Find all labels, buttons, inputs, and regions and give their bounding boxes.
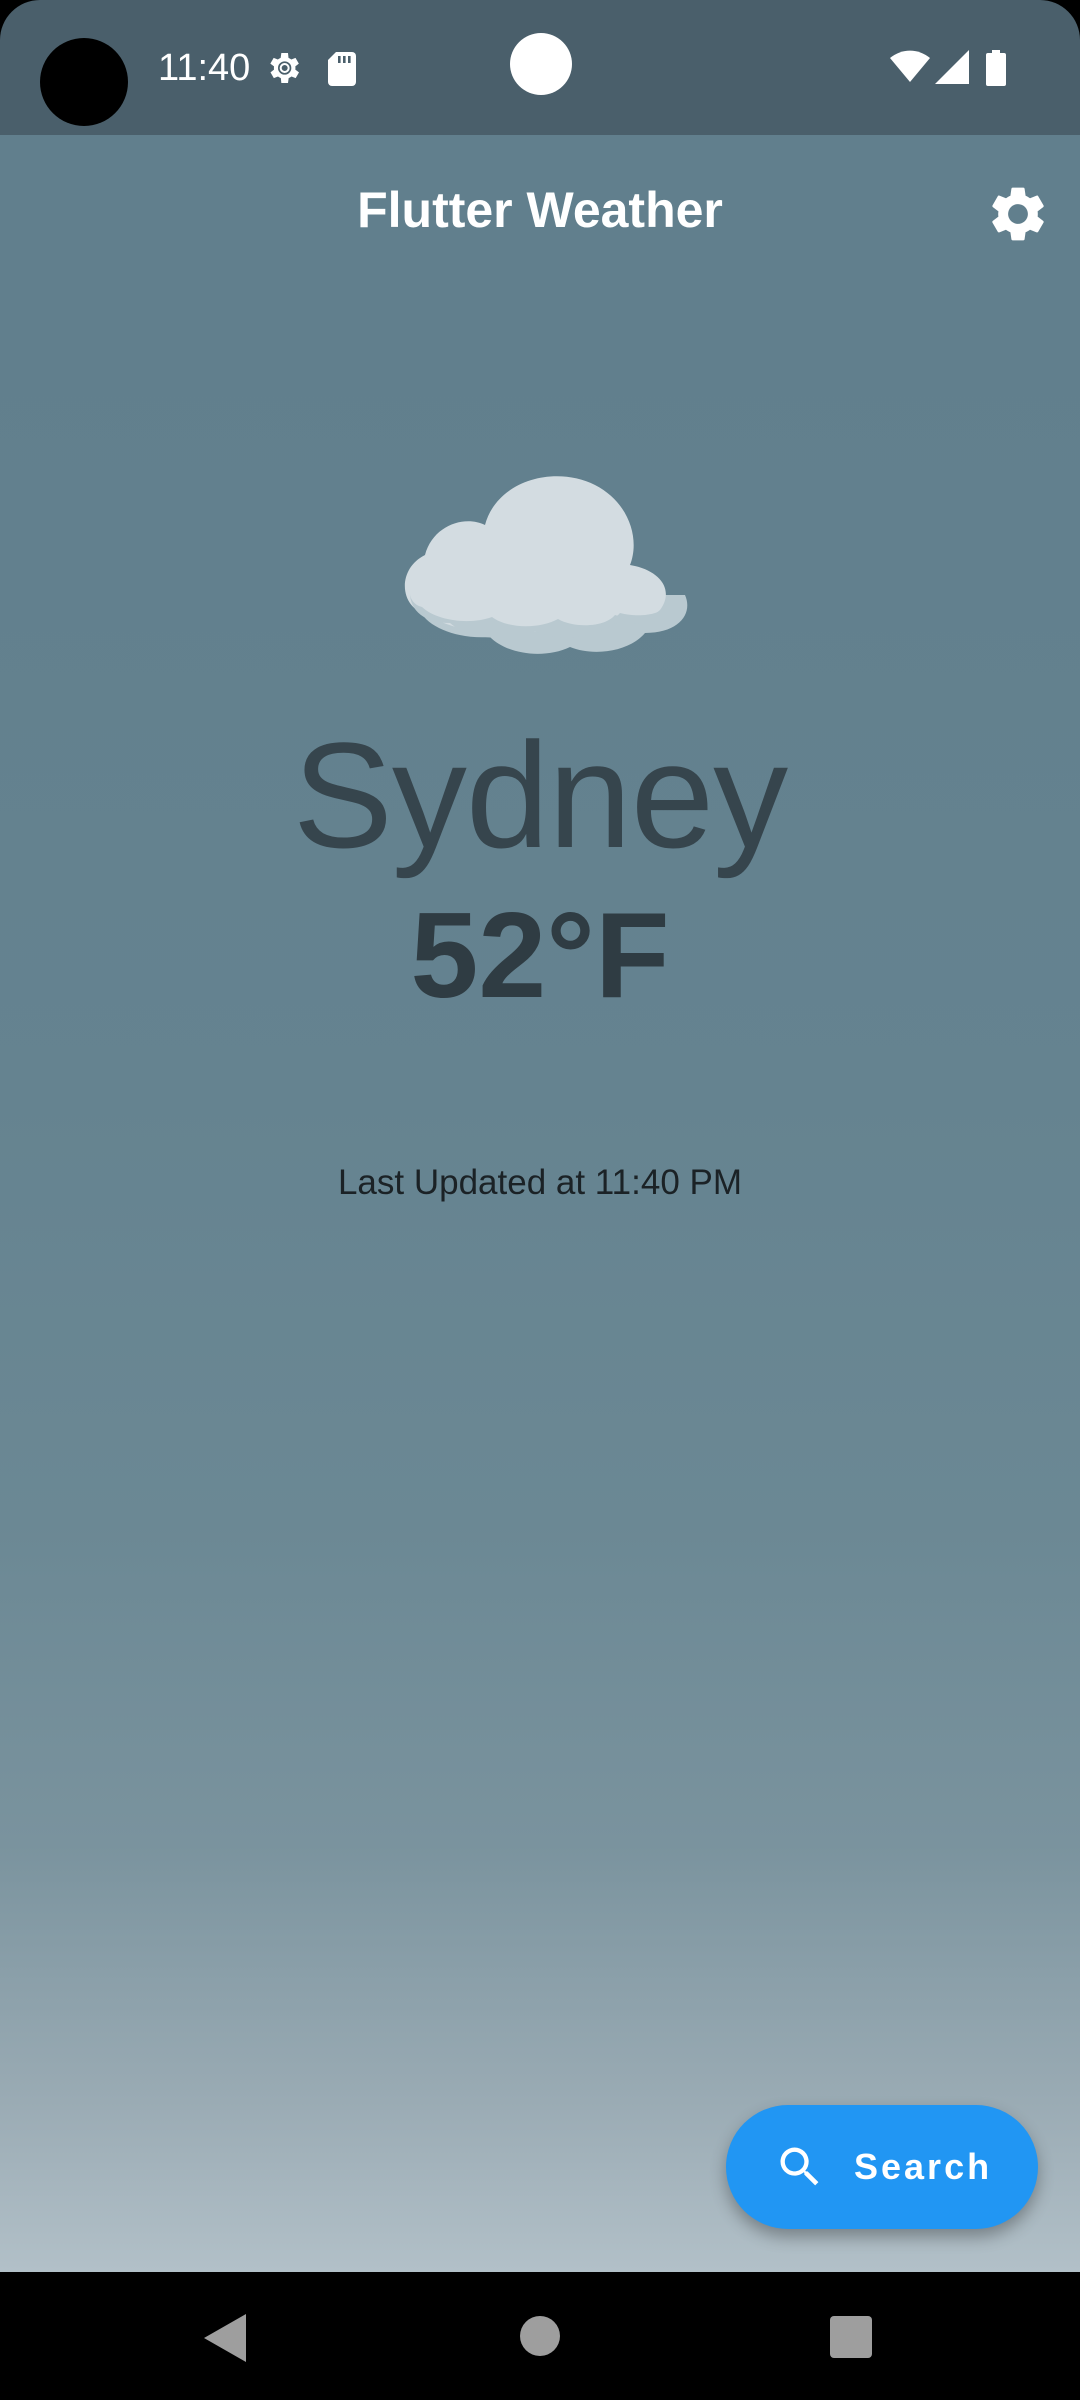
city-name: Sydney: [292, 711, 788, 879]
search-icon: [780, 2147, 819, 2186]
app-title: Flutter Weather: [357, 182, 723, 238]
status-time: 11:40: [158, 47, 251, 89]
temperature: 52°F: [410, 887, 670, 1023]
battery-icon: [986, 50, 1006, 86]
weather-page: Flutter Weather Sydney 52°F Last Updated…: [0, 135, 1080, 2272]
back-icon[interactable]: [204, 2314, 246, 2362]
search-button-label: Search: [854, 2146, 993, 2187]
home-icon[interactable]: [520, 2316, 560, 2356]
cell-signal-icon: [935, 50, 969, 84]
sd-card-icon: [328, 52, 356, 86]
gear-icon[interactable]: [985, 181, 1051, 247]
front-camera-dot: [510, 33, 572, 95]
search-button[interactable]: Search: [726, 2105, 1038, 2229]
screen: 11:40 Flutter Weather Sydney 52°F Last U…: [0, 0, 1080, 2400]
camera-cutout: [40, 38, 128, 126]
wifi-icon: [890, 50, 930, 82]
navigation-bar: [0, 2272, 1080, 2400]
last-updated-text: Last Updated at 11:40 PM: [337, 1163, 743, 1202]
recents-icon[interactable]: [830, 2316, 872, 2358]
settings-gear-icon: [270, 53, 299, 83]
status-bar: 11:40: [0, 0, 1080, 135]
cloud-icon: [404, 476, 688, 654]
